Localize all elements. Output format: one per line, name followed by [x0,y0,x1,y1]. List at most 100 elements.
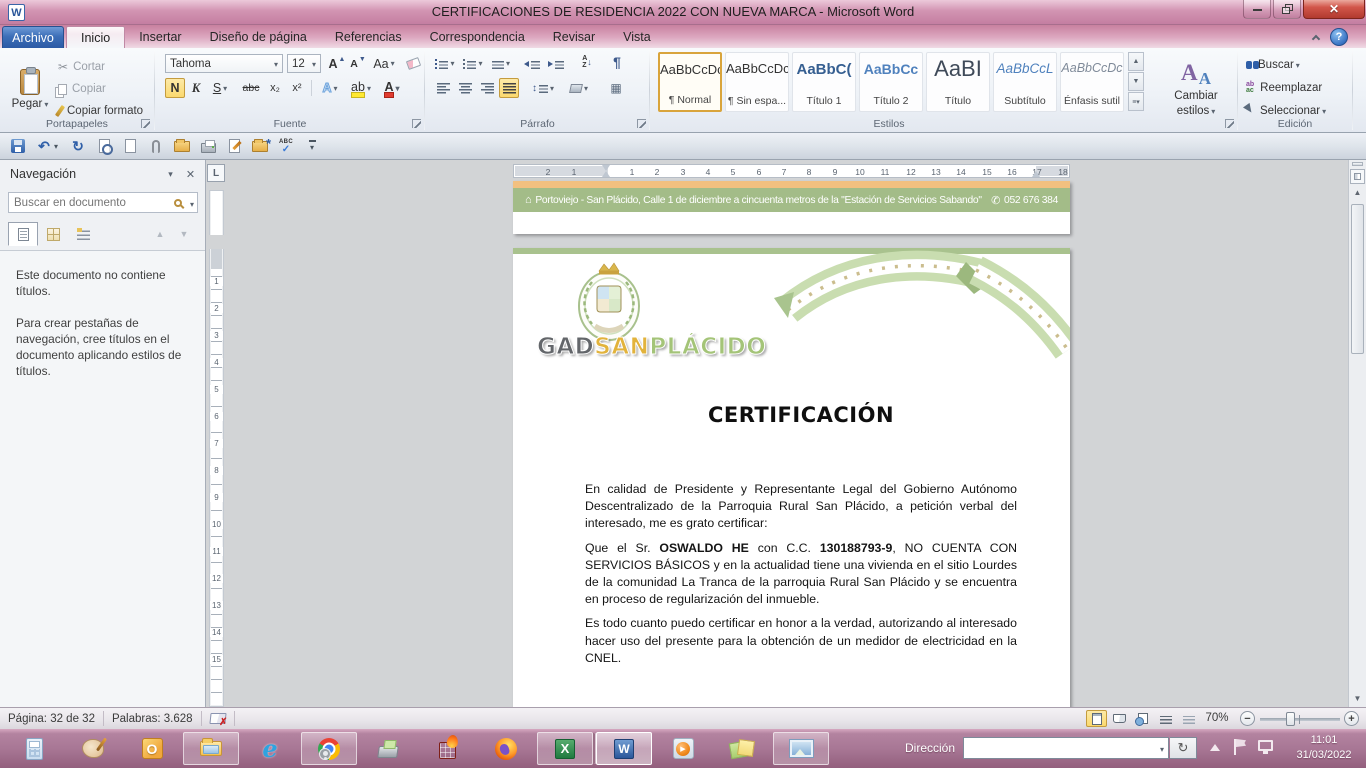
search-input[interactable] [9,197,174,209]
previous-result-button[interactable]: ▲ [152,226,168,242]
dialog-launcher-parrafo[interactable] [637,119,646,128]
dialog-launcher-portapapeles[interactable] [141,119,150,128]
style-titulo1[interactable]: AaBbC(Título 1 [792,52,856,112]
style-subtitulo[interactable]: AaBbCcLSubtítulo [993,52,1057,112]
change-case-button[interactable]: Aa [371,54,397,73]
subscript-button[interactable]: x₂ [265,78,285,98]
word-count-indicator[interactable]: Palabras: 3.628 [112,713,193,725]
tab-referencias[interactable]: Referencias [321,26,416,48]
zoom-level-indicator[interactable]: 70% [1200,712,1234,724]
align-center-button[interactable] [455,78,475,98]
tab-insertar[interactable]: Insertar [125,26,195,48]
copy-button[interactable]: Copiar [58,80,106,98]
fullscreen-reading-view-button[interactable] [1109,710,1130,727]
clear-formatting-button[interactable] [403,54,423,73]
action-center-flag-icon[interactable] [1234,739,1246,755]
zoom-out-button[interactable] [1240,711,1255,726]
taskbar-word[interactable] [596,732,652,765]
taskbar-photo-viewer[interactable] [773,732,829,765]
font-color-button[interactable]: A [379,78,405,98]
grow-font-button[interactable]: A▲ [327,54,347,73]
borders-button[interactable] [601,78,629,98]
undo-dropdown[interactable] [54,137,62,156]
sort-button[interactable]: AZ↓ [575,52,599,71]
vertical-scrollbar[interactable]: ▲ ▼ [1348,160,1366,707]
bullets-button[interactable] [433,54,457,73]
address-go-button[interactable] [1170,737,1197,759]
navigation-pane-menu-button[interactable] [162,166,179,183]
show-paragraph-marks-button[interactable]: ¶ [607,52,627,71]
dialog-launcher-fuente[interactable] [412,119,421,128]
cut-button[interactable]: Cortar [58,58,105,76]
tab-browse-results[interactable] [68,222,98,246]
taskbar-firefox[interactable] [478,732,534,765]
change-styles-button[interactable]: Cambiar estilos [1156,52,1236,128]
address-dropdown[interactable] [1158,739,1164,757]
edit-document-button[interactable] [224,137,244,156]
highlight-color-button[interactable]: ab [347,78,375,98]
underline-button[interactable]: S [207,78,233,98]
scroll-down-button[interactable]: ▼ [1349,694,1366,703]
font-size-select[interactable]: 12 [287,54,321,73]
page-count-indicator[interactable]: Página: 32 de 32 [8,713,95,725]
taskbar-internet-explorer[interactable] [242,732,298,765]
taskbar-calculator[interactable] [6,732,62,765]
align-left-button[interactable] [433,78,453,98]
select-button[interactable]: Seleccionar [1246,102,1326,119]
tab-diseno[interactable]: Diseño de página [196,26,321,48]
print-preview-button[interactable] [94,137,114,156]
style-normal[interactable]: AaBbCcDc¶ Normal [658,52,722,112]
tab-correspondencia[interactable]: Correspondencia [416,26,539,48]
open-button[interactable] [172,137,192,156]
page-current[interactable]: GADSANPLÁCIDO CERTIFICACIÓN En calidad d… [513,248,1070,707]
bold-button[interactable]: N [165,78,185,98]
strikethrough-button[interactable]: abc [239,78,263,98]
restore-button[interactable] [1273,0,1301,19]
numbering-button[interactable] [461,54,485,73]
font-family-select[interactable]: Tahoma [165,54,283,73]
left-indent-marker[interactable] [602,171,610,177]
help-button[interactable]: ? [1330,28,1348,46]
save-button[interactable] [8,137,28,156]
quick-print-button[interactable] [198,137,218,156]
taskbar-file-explorer[interactable] [183,732,239,765]
multilevel-list-button[interactable] [489,54,513,73]
text-effects-button[interactable]: A [317,78,343,98]
tab-browse-pages[interactable] [38,222,68,246]
styles-gallery-expand[interactable]: ≡▾ [1128,92,1144,111]
customize-toolbar-button[interactable] [302,137,322,156]
tab-revisar[interactable]: Revisar [539,26,609,48]
styles-scroll-down[interactable]: ▼ [1128,72,1144,91]
redo-button[interactable] [68,137,88,156]
tab-browse-headings[interactable] [8,222,38,246]
taskbar-fax-scanner[interactable] [360,732,416,765]
shading-button[interactable] [565,78,593,98]
attach-button[interactable] [146,137,166,156]
close-button[interactable] [1303,0,1365,19]
superscript-button[interactable]: x² [287,78,307,98]
align-right-button[interactable] [477,78,497,98]
taskbar-nero[interactable] [419,732,475,765]
italic-button[interactable]: K [187,78,205,98]
increase-indent-button[interactable] [545,54,567,73]
right-indent-marker[interactable] [1032,171,1040,177]
style-enfasis-sutil[interactable]: AaBbCcDcÉnfasis sutil [1060,52,1124,112]
minimize-button[interactable] [1243,0,1271,19]
style-titulo[interactable]: AaBITítulo [926,52,990,112]
undo-button[interactable] [34,137,54,156]
draft-view-button[interactable] [1178,710,1199,727]
proofing-errors-icon[interactable] [210,712,226,725]
style-sin-espaciado[interactable]: AaBbCcDc¶ Sin espa... [725,52,789,112]
taskbar-outlook[interactable] [124,732,180,765]
tab-inicio[interactable]: Inicio [66,26,125,48]
folder-favorites-button[interactable] [250,137,270,156]
scrollbar-thumb[interactable] [1351,204,1364,354]
tab-archivo[interactable]: Archivo [2,26,64,48]
page-previous[interactable]: Portoviejo - San Plácido, Calle 1 de dic… [513,181,1070,234]
outline-view-button[interactable] [1155,710,1176,727]
justify-button[interactable] [499,78,519,98]
find-button[interactable]: Buscar [1246,56,1300,73]
taskbar-clock[interactable]: 11:01 31/03/2022 [1288,733,1360,763]
line-spacing-button[interactable] [529,78,557,98]
taskbar-chrome[interactable] [301,732,357,765]
